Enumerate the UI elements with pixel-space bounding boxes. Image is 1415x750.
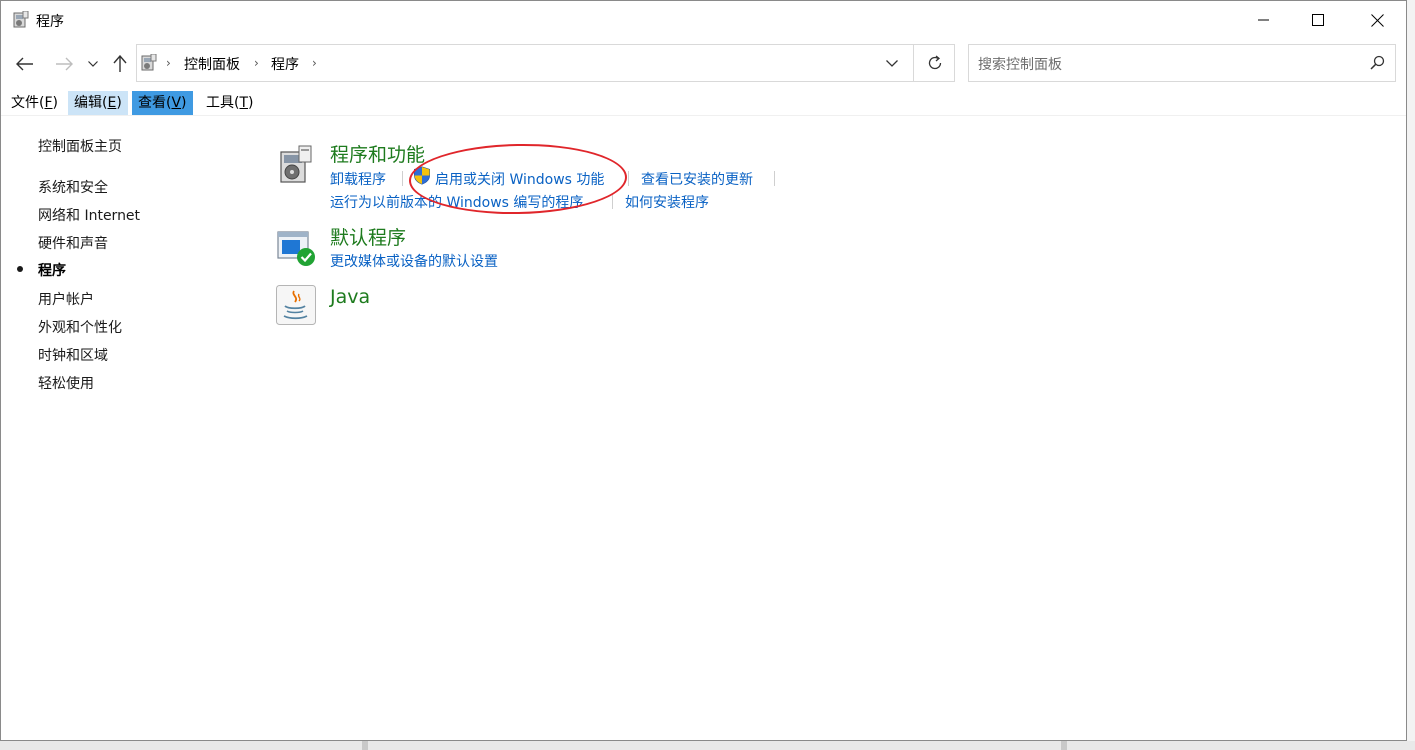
breadcrumb-control-panel[interactable]: 控制面板: [184, 54, 240, 74]
up-button[interactable]: [108, 51, 132, 77]
window-title: 程序: [36, 14, 64, 30]
category-title-default-programs[interactable]: 默认程序: [330, 223, 406, 250]
run-old-programs-link[interactable]: 运行为以前版本的 Windows 编写的程序: [330, 192, 583, 212]
up-arrow-icon: [113, 55, 127, 72]
chevron-down-icon: [886, 59, 898, 67]
control-panel-icon: [141, 53, 157, 72]
view-installed-updates-link[interactable]: 查看已安装的更新: [641, 169, 753, 189]
sidebar-item-programs: 程序: [38, 263, 66, 279]
minimize-button[interactable]: [1241, 1, 1287, 39]
address-bar[interactable]: › 控制面板 › 程序 ›: [136, 44, 955, 82]
forward-button[interactable]: [52, 51, 76, 77]
back-arrow-icon: [16, 57, 33, 71]
maximize-icon: [1312, 14, 1324, 26]
search-input[interactable]: 搜索控制面板: [968, 44, 1396, 82]
menu-divider: [1, 115, 1406, 116]
link-separator: [628, 171, 629, 186]
menu-view[interactable]: 查看(V): [132, 91, 193, 116]
change-media-defaults-link[interactable]: 更改媒体或设备的默认设置: [330, 251, 498, 271]
close-icon: [1370, 13, 1384, 27]
sidebar-item-network[interactable]: 网络和 Internet: [38, 205, 140, 225]
link-separator: [774, 171, 775, 186]
refresh-icon: [928, 55, 942, 70]
breadcrumb-chevron-icon: ›: [254, 56, 259, 70]
chevron-down-icon: [88, 61, 98, 67]
maximize-button[interactable]: [1295, 1, 1341, 39]
search-icon[interactable]: [1370, 55, 1385, 70]
close-button[interactable]: [1354, 1, 1400, 39]
menu-edit[interactable]: 编辑(E): [68, 91, 128, 116]
breadcrumb-programs[interactable]: 程序: [271, 54, 299, 74]
sidebar-item-appearance[interactable]: 外观和个性化: [38, 317, 122, 337]
desktop-divider: [362, 741, 368, 750]
refresh-button[interactable]: [913, 45, 956, 81]
recent-locations-button[interactable]: [83, 51, 103, 77]
forward-arrow-icon: [56, 57, 73, 71]
category-title-programs-features[interactable]: 程序和功能: [330, 140, 425, 167]
sidebar-item-user-accounts[interactable]: 用户帐户: [38, 289, 94, 309]
how-to-install-link[interactable]: 如何安装程序: [625, 192, 709, 212]
menu-tools[interactable]: 工具(T): [200, 91, 260, 116]
menu-file[interactable]: 文件(F): [5, 91, 64, 116]
uac-shield-icon: [413, 166, 431, 189]
uninstall-program-link[interactable]: 卸载程序: [330, 169, 386, 189]
link-separator: [612, 194, 613, 209]
desktop-background-bottom: [0, 741, 1415, 750]
control-panel-window: 程序 › 控制面板 › 程序 › 搜索控制面板 文件(F) 编辑(E) 查看(V…: [0, 0, 1407, 741]
breadcrumb-chevron-icon: ›: [166, 56, 171, 70]
minimize-icon: [1258, 19, 1269, 21]
current-item-bullet-icon: [17, 266, 23, 272]
java-icon[interactable]: [276, 285, 316, 329]
link-separator: [402, 171, 403, 186]
turn-windows-features-link[interactable]: 启用或关闭 Windows 功能: [435, 169, 604, 189]
breadcrumb-chevron-icon[interactable]: ›: [312, 56, 317, 70]
desktop-background-right: [1407, 0, 1415, 750]
sidebar-item-system-security[interactable]: 系统和安全: [38, 177, 108, 197]
category-title-java[interactable]: Java: [330, 286, 370, 308]
default-programs-icon[interactable]: [277, 230, 317, 272]
sidebar-item-clock-region[interactable]: 时钟和区域: [38, 345, 108, 365]
back-button[interactable]: [13, 51, 37, 77]
programs-features-icon[interactable]: [277, 144, 315, 190]
title-bar: 程序: [1, 1, 1406, 39]
programs-window-icon: [13, 10, 29, 29]
sidebar-item-hardware-sound[interactable]: 硬件和声音: [38, 233, 108, 253]
sidebar-item-ease-of-access[interactable]: 轻松使用: [38, 373, 94, 393]
desktop-divider: [1061, 741, 1067, 750]
sidebar-item-home[interactable]: 控制面板主页: [38, 136, 122, 156]
address-dropdown-button[interactable]: [877, 53, 907, 73]
search-placeholder: 搜索控制面板: [978, 57, 1062, 73]
